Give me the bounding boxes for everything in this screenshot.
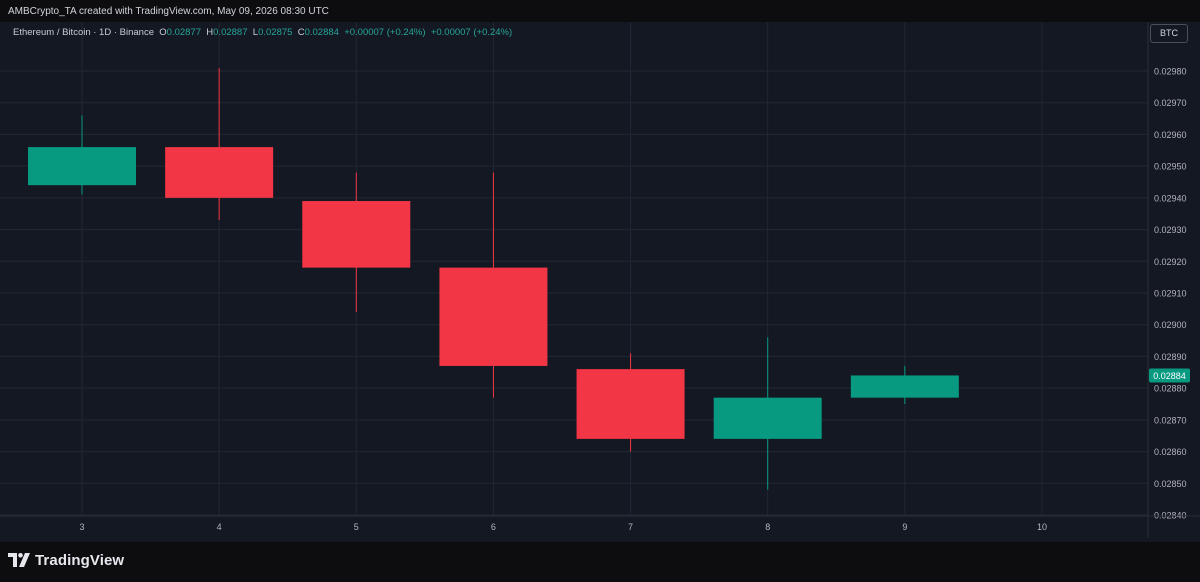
low-value: 0.02875	[258, 27, 293, 38]
y-tick-label: 0.02910	[1154, 289, 1187, 299]
candle-body[interactable]	[576, 369, 685, 439]
y-tick-label: 0.02900	[1154, 320, 1187, 330]
last-price-label: 0.02884	[1153, 371, 1186, 381]
brand-name: TradingView	[35, 551, 125, 569]
symbol-label[interactable]: Ethereum / Bitcoin · 1D · Binance	[13, 27, 154, 38]
y-tick-label: 0.02940	[1154, 193, 1187, 203]
y-tick-label: 0.02930	[1154, 225, 1187, 235]
high-value: 0.02887	[213, 27, 248, 38]
y-tick-label: 0.02950	[1154, 162, 1187, 172]
candle-body[interactable]	[302, 201, 411, 268]
tradingview-brand[interactable]: TradingView	[8, 550, 124, 570]
open-value: 0.02877	[166, 27, 201, 38]
close-label: C	[297, 27, 305, 38]
candle-body[interactable]	[850, 375, 959, 398]
y-tick-label: 0.02970	[1154, 98, 1187, 108]
candle-body[interactable]	[28, 147, 136, 186]
x-tick-label: 10	[1037, 522, 1047, 532]
candle-body[interactable]	[439, 267, 548, 366]
y-tick-label: 0.02870	[1154, 415, 1187, 425]
price-chart[interactable]: 0.028400.028500.028600.028700.028800.028…	[0, 0, 1200, 582]
y-tick-label: 0.02850	[1154, 479, 1187, 489]
x-tick-label: 6	[491, 522, 496, 532]
y-tick-label: 0.02860	[1154, 447, 1187, 457]
open-label: O	[159, 27, 167, 38]
x-tick-label: 8	[765, 522, 770, 532]
x-tick-label: 4	[217, 522, 222, 532]
candle-body[interactable]	[713, 397, 822, 439]
candle-body[interactable]	[165, 147, 274, 198]
y-tick-label: 0.02890	[1154, 352, 1187, 362]
currency-button[interactable]: BTC	[1150, 24, 1188, 43]
footer	[0, 542, 1200, 582]
x-tick-label: 3	[79, 522, 84, 532]
change-value: +0.00007 (+0.24%)	[344, 27, 426, 38]
y-tick-label: 0.02920	[1154, 257, 1187, 267]
y-tick-label: 0.02980	[1154, 67, 1187, 77]
x-tick-label: 5	[354, 522, 359, 532]
change-value-secondary: +0.00007 (+0.24%)	[430, 27, 513, 38]
y-tick-label: 0.02960	[1154, 130, 1187, 140]
ohlc-legend: Ethereum / Bitcoin · 1D · Binance O0.028…	[13, 27, 512, 38]
tradingview-logo-icon	[8, 553, 30, 567]
x-tick-label: 7	[628, 522, 633, 532]
y-tick-label: 0.02880	[1154, 384, 1187, 394]
x-tick-label: 9	[902, 522, 907, 532]
close-value: 0.02884	[304, 27, 339, 38]
